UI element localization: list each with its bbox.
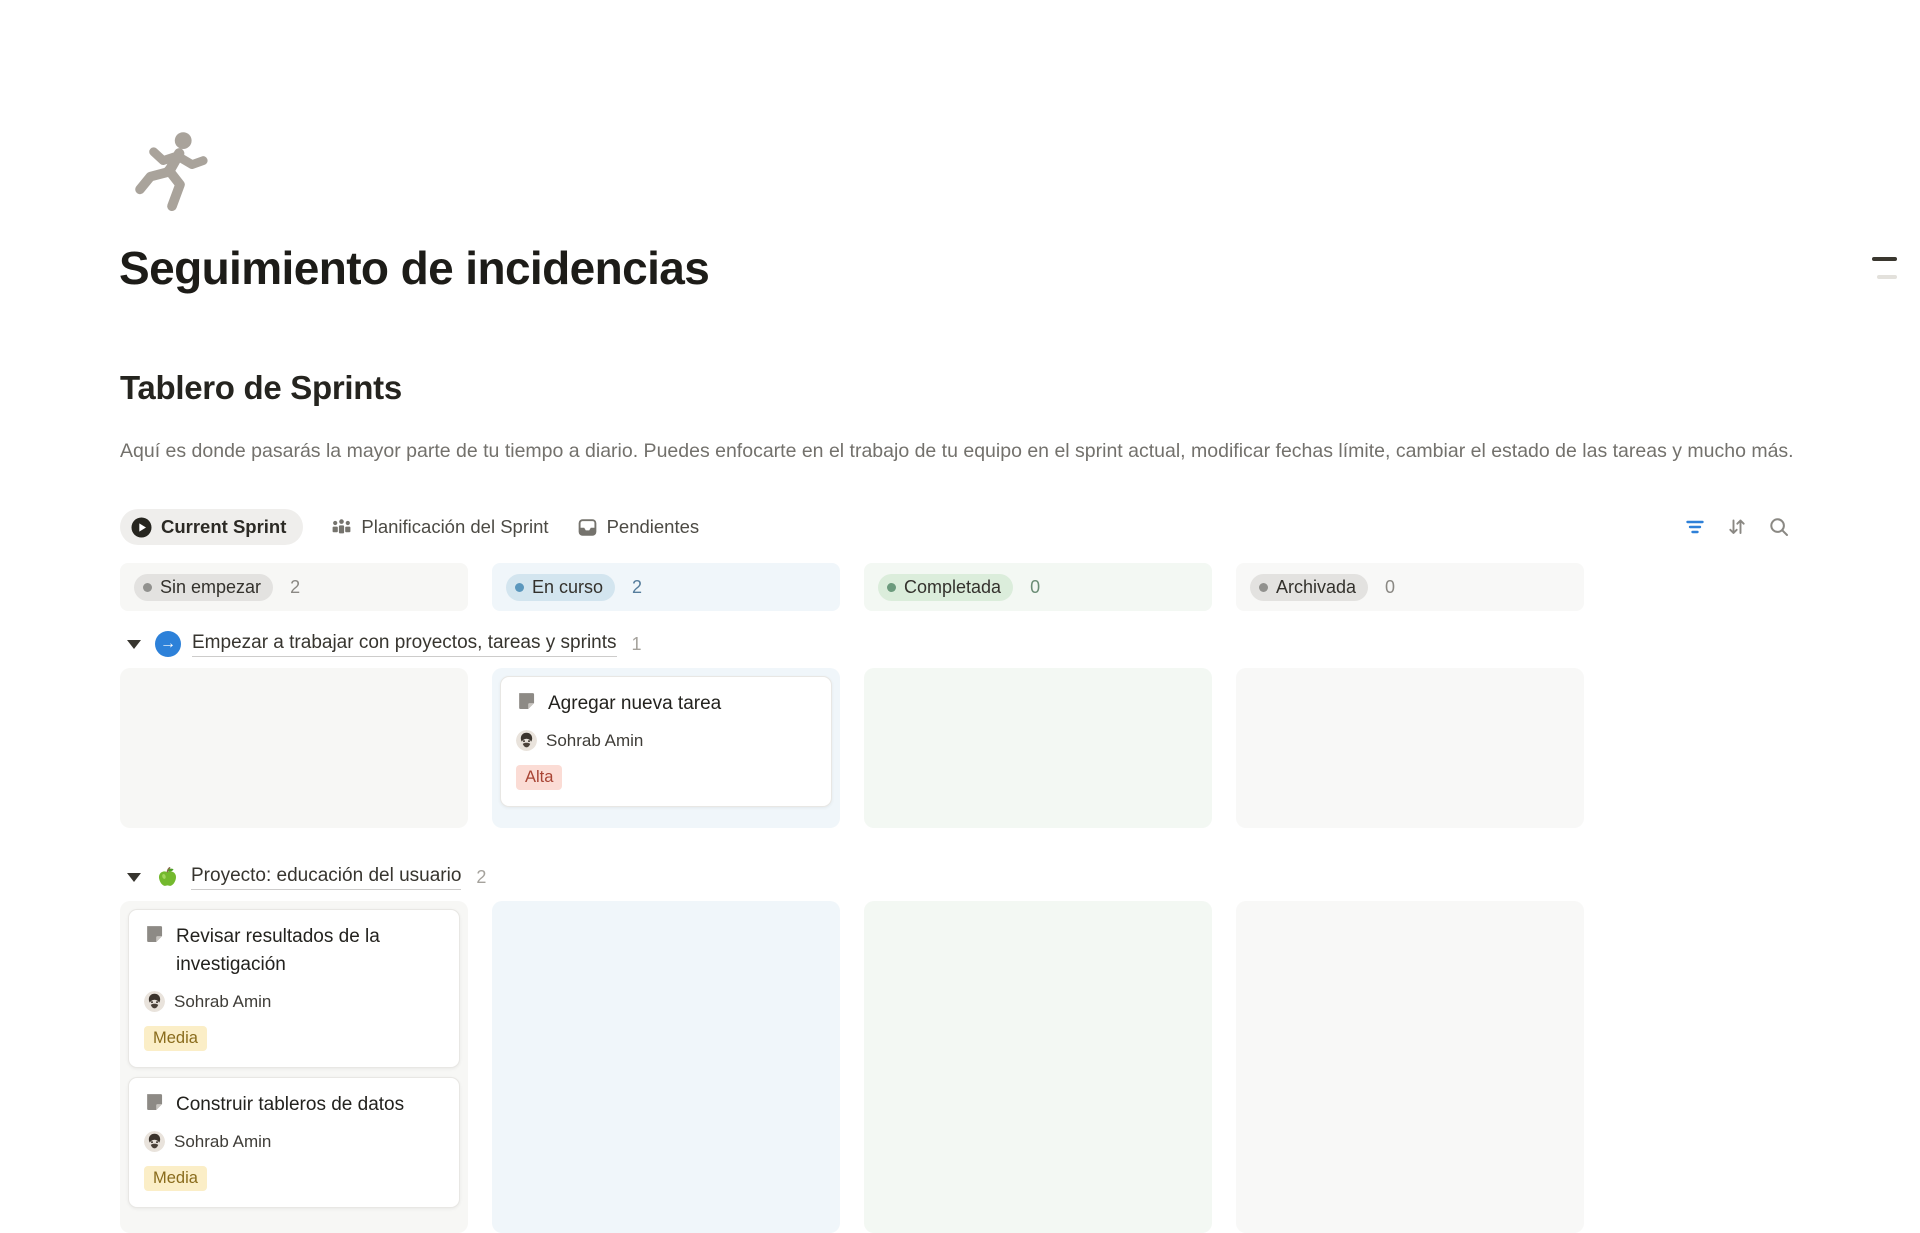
sprint-board: Sin empezar 2 En curso 2 Completada 0 [120,563,1584,1233]
collapse-triangle-icon[interactable] [127,873,141,882]
status-dot-icon [143,583,152,592]
column-count: 0 [1385,577,1395,598]
assignee-name: Sohrab Amin [546,731,643,751]
notion-page: Seguimiento de incidencias Tablero de Sp… [0,0,1920,1199]
tab-backlog[interactable]: Pendientes [577,516,700,538]
backlog-icon [577,517,598,538]
lane-archivada[interactable] [1236,901,1584,1233]
green-apple-icon [155,865,180,890]
group-title-link[interactable]: Empezar a trabajar con proyectos, tareas… [192,632,617,657]
status-dot-icon [1259,583,1268,592]
column-count: 0 [1030,577,1040,598]
card-assignee: Sohrab Amin [144,991,444,1012]
avatar [144,1131,165,1152]
group-row-sprint-tasks: → Empezar a trabajar con proyectos, tare… [120,628,1584,660]
priority-tag: Alta [516,765,562,790]
column-label: Completada [904,577,1001,598]
outline-bar-icon [1877,275,1897,279]
status-pill: En curso [506,574,615,601]
task-card[interactable]: Agregar nueva tarea Sohrab Amin Alta [500,676,832,807]
avatar [144,991,165,1012]
priority-tag: Media [144,1026,207,1051]
status-pill: Sin empezar [134,574,273,601]
outline-bar-icon [1872,257,1897,261]
running-person-icon[interactable] [132,128,212,214]
lane-en-curso[interactable]: Agregar nueva tarea Sohrab Amin Alta [492,668,840,828]
column-header-sin-empezar[interactable]: Sin empezar 2 [120,563,468,611]
group-count: 2 [476,867,486,888]
status-dot-icon [515,583,524,592]
task-page-icon [144,924,165,950]
view-tabs: Current Sprint Planificación del Sprint [120,509,1790,545]
status-dot-icon [887,583,896,592]
filter-icon[interactable] [1684,516,1706,538]
card-title: Construir tableros de datos [176,1091,404,1119]
assignee-name: Sohrab Amin [174,992,271,1012]
card-title: Agregar nueva tarea [548,690,721,718]
section-heading: Tablero de Sprints [120,368,402,408]
outline-indicator[interactable] [1871,257,1897,279]
column-headers: Sin empezar 2 En curso 2 Completada 0 [120,563,1584,611]
avatar [516,730,537,751]
group-title-link[interactable]: Proyecto: educación del usuario [191,865,461,890]
column-count: 2 [632,577,642,598]
priority-tag: Media [144,1166,207,1191]
search-icon[interactable] [1768,516,1790,538]
column-label: Archivada [1276,577,1356,598]
page-title[interactable]: Seguimiento de incidencias [119,240,709,296]
tab-current-sprint[interactable]: Current Sprint [120,509,303,545]
tab-sprint-planning[interactable]: Planificación del Sprint [331,516,548,538]
column-count: 2 [290,577,300,598]
tab-label: Planificación del Sprint [361,516,548,538]
column-header-en-curso[interactable]: En curso 2 [492,563,840,611]
card-assignee: Sohrab Amin [144,1131,444,1152]
lane-completada[interactable] [864,901,1212,1233]
task-card[interactable]: Revisar resultados de la investigación S… [128,909,460,1068]
column-header-archivada[interactable]: Archivada 0 [1236,563,1584,611]
status-pill: Archivada [1250,574,1368,601]
sort-icon[interactable] [1726,516,1748,538]
column-header-completada[interactable]: Completada 0 [864,563,1212,611]
lane-en-curso[interactable] [492,901,840,1233]
board-lanes-group-1: Agregar nueva tarea Sohrab Amin Alta [120,668,1584,828]
board-toolbar [1684,516,1790,538]
lane-sin-empezar[interactable] [120,668,468,828]
assignee-name: Sohrab Amin [174,1132,271,1152]
lane-archivada[interactable] [1236,668,1584,828]
group-count: 1 [632,634,642,655]
task-page-icon [144,1092,165,1118]
collapse-triangle-icon[interactable] [127,640,141,649]
section-description: Aquí es donde pasarás la mayor parte de … [120,436,1810,467]
card-assignee: Sohrab Amin [516,730,816,751]
lane-completada[interactable] [864,668,1212,828]
tab-label: Pendientes [607,516,700,538]
play-circle-icon [131,517,152,538]
board-lanes-group-2: Revisar resultados de la investigación S… [120,901,1584,1233]
sprint-planning-icon [331,517,352,538]
lane-sin-empezar[interactable]: Revisar resultados de la investigación S… [120,901,468,1233]
column-label: En curso [532,577,603,598]
card-title: Revisar resultados de la investigación [176,923,444,979]
tab-label: Current Sprint [161,516,286,538]
arrow-circle-icon: → [155,631,181,657]
task-page-icon [516,691,537,717]
task-card[interactable]: Construir tableros de datos Sohrab Amin … [128,1077,460,1208]
column-label: Sin empezar [160,577,261,598]
group-row-user-education: Proyecto: educación del usuario 2 [120,861,1584,893]
status-pill: Completada [878,574,1013,601]
